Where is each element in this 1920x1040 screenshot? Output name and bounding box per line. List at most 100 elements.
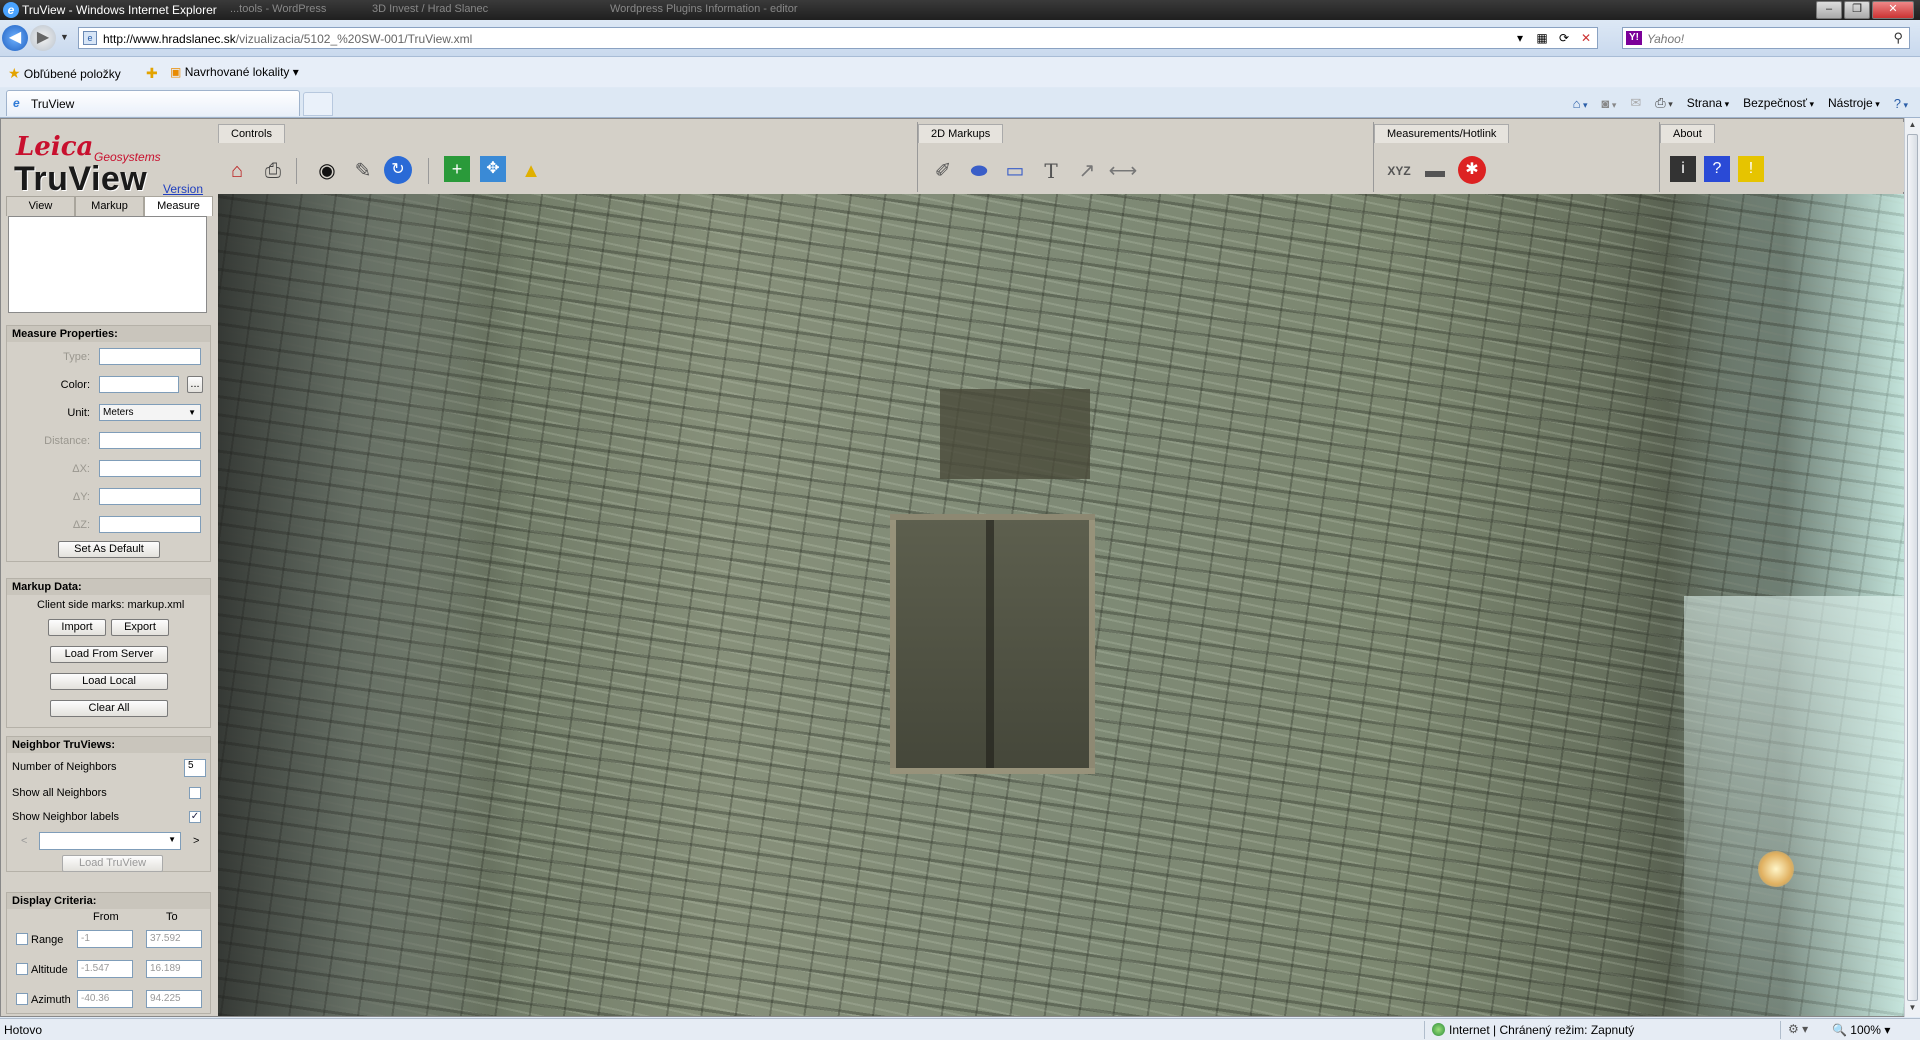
- dy-field[interactable]: [99, 488, 201, 505]
- number-of-neighbors-input[interactable]: 5: [184, 759, 206, 777]
- load-truview-button[interactable]: Load TruView: [62, 855, 163, 872]
- show-neighbor-labels-label: Show Neighbor labels: [12, 811, 120, 823]
- azimuth-checkbox[interactable]: [16, 993, 28, 1005]
- forward-button[interactable]: ▶: [30, 25, 56, 51]
- set-as-default-button[interactable]: Set As Default: [58, 541, 160, 558]
- dx-field[interactable]: [99, 460, 201, 477]
- dimension-markup-icon[interactable]: ⟷: [1108, 156, 1138, 186]
- color-field[interactable]: [99, 376, 179, 393]
- color-picker-button[interactable]: ...: [187, 376, 203, 393]
- next-neighbor-button[interactable]: >: [193, 835, 199, 847]
- altitude-from-input[interactable]: -1.547: [77, 960, 133, 978]
- alert-icon[interactable]: !: [1738, 156, 1764, 182]
- add-favorite-icon[interactable]: ✚: [146, 65, 158, 82]
- clear-all-button[interactable]: Clear All: [50, 700, 168, 717]
- status-text: Hotovo: [4, 1023, 43, 1037]
- distance-field[interactable]: [99, 432, 201, 449]
- dz-label: ΔZ:: [72, 519, 90, 531]
- xyz-button[interactable]: XYZ: [1382, 156, 1416, 186]
- search-icon[interactable]: ⚲: [1893, 30, 1903, 46]
- print-icon[interactable]: ⎙: [258, 156, 288, 186]
- refresh-icon[interactable]: ↻: [384, 156, 412, 184]
- prev-neighbor-button[interactable]: <: [21, 835, 27, 847]
- azimuth-to-input[interactable]: 94.225: [146, 990, 202, 1008]
- scroll-down-icon[interactable]: ▼: [1907, 1003, 1918, 1015]
- vertical-scrollbar[interactable]: ▲ ▼: [1904, 118, 1920, 1017]
- maximize-button[interactable]: ❐: [1844, 1, 1870, 19]
- tab-view[interactable]: View: [6, 196, 75, 216]
- neighbor-select[interactable]: ▼: [39, 832, 181, 850]
- stop-icon[interactable]: ✕: [1579, 30, 1593, 46]
- show-neighbor-labels-checkbox[interactable]: ✓: [189, 811, 201, 823]
- command-bar: ⌂ ◙ ✉ ⎙ Strana Bezpečnosť Nástroje ?: [1573, 95, 1908, 111]
- feeds-icon[interactable]: ◙: [1601, 96, 1616, 111]
- client-marks-text: Client side marks: markup.xml: [37, 599, 185, 611]
- range-checkbox[interactable]: [16, 933, 28, 945]
- text-markup-icon[interactable]: T: [1036, 156, 1066, 186]
- show-all-neighbors-checkbox[interactable]: [189, 787, 201, 799]
- settings-icon[interactable]: ⚙ ▾: [1788, 1022, 1808, 1036]
- minimize-button[interactable]: –: [1816, 1, 1842, 19]
- safety-menu[interactable]: Bezpečnosť: [1743, 96, 1814, 110]
- home-view-icon[interactable]: ⌂: [222, 156, 252, 186]
- range-to-input[interactable]: 37.592: [146, 930, 202, 948]
- info-icon[interactable]: i: [1670, 156, 1696, 182]
- altitude-checkbox[interactable]: [16, 963, 28, 975]
- back-button[interactable]: ◀: [2, 25, 28, 51]
- number-of-neighbors-label: Number of Neighbors: [12, 761, 117, 773]
- dz-field[interactable]: [99, 516, 201, 533]
- tab-measure[interactable]: Measure: [144, 196, 213, 216]
- tools-menu[interactable]: Nástroje: [1828, 96, 1880, 110]
- zoom-in-icon[interactable]: +: [444, 156, 470, 182]
- eye-icon[interactable]: ◉: [312, 156, 342, 186]
- import-button[interactable]: Import: [48, 619, 106, 636]
- suggested-sites-button[interactable]: ▣ Navrhované lokality ▾: [170, 65, 299, 79]
- compatibility-view-icon[interactable]: ▦: [1535, 30, 1549, 46]
- load-local-button[interactable]: Load Local: [50, 673, 168, 690]
- home-icon[interactable]: ⌂: [1573, 96, 1588, 111]
- point-cloud-viewport[interactable]: [218, 194, 1904, 1016]
- pencil-icon[interactable]: ✎: [348, 156, 378, 186]
- hotlink-icon[interactable]: ✱: [1458, 156, 1486, 184]
- pan-icon[interactable]: ✥: [480, 156, 506, 182]
- rectangle-markup-icon[interactable]: ▭: [1000, 156, 1030, 186]
- tab-truview[interactable]: e TruView: [6, 90, 300, 116]
- page-menu[interactable]: Strana: [1687, 96, 1729, 110]
- address-dropdown-icon[interactable]: ▾: [1513, 30, 1527, 46]
- line-markup-icon[interactable]: ✐: [928, 156, 958, 186]
- ellipse-markup-icon[interactable]: ⬬: [964, 156, 994, 186]
- unit-select[interactable]: Meters ▼: [99, 404, 201, 421]
- refresh-icon[interactable]: ⟳: [1557, 30, 1571, 46]
- help-icon[interactable]: ?: [1894, 96, 1908, 111]
- altitude-to-input[interactable]: 16.189: [146, 960, 202, 978]
- range-from-input[interactable]: -1: [77, 930, 133, 948]
- version-link[interactable]: Version: [163, 182, 203, 196]
- search-input[interactable]: Y! Yahoo! ⚲: [1622, 27, 1910, 49]
- background-tab: Wordpress Plugins Information - editor: [610, 3, 798, 15]
- measure-list[interactable]: [8, 216, 207, 313]
- print-icon[interactable]: ⎙: [1655, 95, 1672, 111]
- zoom-level[interactable]: 🔍 100% ▾: [1832, 1023, 1890, 1037]
- section-header: Measure Properties:: [7, 326, 210, 342]
- export-button[interactable]: Export: [111, 619, 169, 636]
- markups-tab: 2D Markups: [918, 124, 1004, 143]
- history-dropdown-icon[interactable]: ▼: [60, 32, 69, 42]
- favorites-button[interactable]: ★ Obľúbené položky: [8, 65, 121, 82]
- new-tab-button[interactable]: [303, 92, 333, 116]
- warning-icon[interactable]: ▲: [516, 156, 546, 186]
- security-zone[interactable]: Internet | Chránený režim: Zapnutý: [1432, 1023, 1634, 1037]
- close-window-button[interactable]: ✕: [1872, 1, 1914, 19]
- scroll-thumb[interactable]: [1907, 134, 1918, 1001]
- type-field[interactable]: [99, 348, 201, 365]
- ie-icon: e: [3, 2, 19, 18]
- measure-properties-section: Measure Properties: Type: Color: ... Uni…: [6, 325, 211, 562]
- scroll-up-icon[interactable]: ▲: [1907, 120, 1918, 132]
- address-input[interactable]: e http://www.hradslanec.sk/vizualizacia/…: [78, 27, 1598, 49]
- ruler-icon[interactable]: ▬: [1420, 156, 1450, 186]
- arrow-markup-icon[interactable]: ↗: [1072, 156, 1102, 186]
- azimuth-from-input[interactable]: -40.36: [77, 990, 133, 1008]
- mail-icon[interactable]: ✉: [1630, 95, 1641, 111]
- load-from-server-button[interactable]: Load From Server: [50, 646, 168, 663]
- help-icon[interactable]: ?: [1704, 156, 1730, 182]
- tab-markup[interactable]: Markup: [75, 196, 144, 216]
